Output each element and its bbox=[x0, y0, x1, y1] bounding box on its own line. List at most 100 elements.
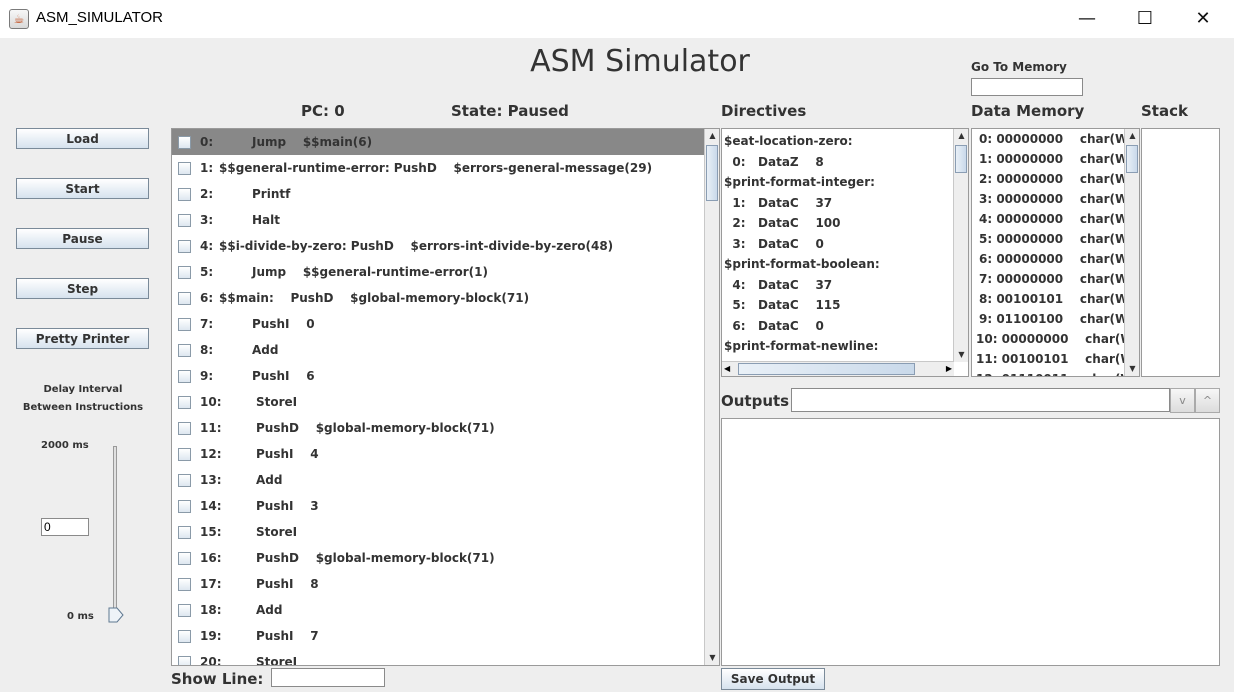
memory-cell: 6: 00000000 char(W) bbox=[979, 252, 1134, 266]
breakpoint-checkbox[interactable] bbox=[178, 318, 191, 331]
breakpoint-checkbox[interactable] bbox=[178, 266, 191, 279]
breakpoint-checkbox[interactable] bbox=[178, 214, 191, 227]
breakpoint-checkbox[interactable] bbox=[178, 630, 191, 643]
breakpoint-checkbox[interactable] bbox=[178, 578, 191, 591]
scroll-left-icon[interactable]: ◀ bbox=[724, 362, 730, 376]
delay-value-input[interactable] bbox=[41, 518, 89, 536]
scroll-down-icon[interactable]: ▼ bbox=[705, 651, 719, 665]
program-row[interactable]: 5: Jump $$general-runtime-error(1) bbox=[172, 259, 705, 285]
program-scroll-thumb[interactable] bbox=[706, 145, 718, 201]
instruction-text: PushD $global-memory-block(71) bbox=[256, 421, 495, 435]
program-row[interactable]: 14: PushI 3 bbox=[172, 493, 705, 519]
show-line-input[interactable] bbox=[271, 668, 385, 687]
breakpoint-checkbox[interactable] bbox=[178, 656, 191, 665]
program-row[interactable]: 15: StoreI bbox=[172, 519, 705, 545]
program-row[interactable]: 8: Add bbox=[172, 337, 705, 363]
program-row[interactable]: 2: Printf bbox=[172, 181, 705, 207]
program-row[interactable]: 12: PushI 4 bbox=[172, 441, 705, 467]
show-line-label: Show Line: bbox=[171, 670, 264, 688]
memory-cell: 5: 00000000 char(W) bbox=[979, 232, 1134, 246]
scroll-up-icon[interactable]: ▲ bbox=[1125, 129, 1139, 143]
directive-line: $eat-location-zero: bbox=[724, 134, 853, 148]
program-row[interactable]: 9: PushI 6 bbox=[172, 363, 705, 389]
breakpoint-checkbox[interactable] bbox=[178, 396, 191, 409]
breakpoint-checkbox[interactable] bbox=[178, 526, 191, 539]
step-button[interactable]: Step bbox=[16, 278, 149, 299]
directive-line: 3: DataC 0 bbox=[724, 236, 824, 251]
scroll-down-icon[interactable]: ▼ bbox=[1125, 362, 1139, 376]
program-row[interactable]: 6: $$main: PushD $global-memory-block(71) bbox=[172, 285, 705, 311]
program-row[interactable]: 3: Halt bbox=[172, 207, 705, 233]
goto-memory-input[interactable] bbox=[971, 78, 1083, 96]
program-row[interactable]: 10: StoreI bbox=[172, 389, 705, 415]
maximize-button[interactable]: ☐ bbox=[1116, 0, 1174, 38]
program-row[interactable]: 18: Add bbox=[172, 597, 705, 623]
scroll-up-icon[interactable]: ▲ bbox=[954, 129, 968, 143]
load-button[interactable]: Load bbox=[16, 128, 149, 149]
breakpoint-checkbox[interactable] bbox=[178, 188, 191, 201]
pretty-printer-button[interactable]: Pretty Printer bbox=[16, 328, 149, 349]
directive-line: 2: DataC 100 bbox=[724, 216, 841, 230]
breakpoint-checkbox[interactable] bbox=[178, 474, 191, 487]
breakpoint-checkbox[interactable] bbox=[178, 604, 191, 617]
program-listing[interactable]: 0: Jump $$main(6) 1: $$general-runtime-erro… bbox=[171, 128, 720, 666]
outputs-textarea[interactable] bbox=[721, 418, 1220, 666]
breakpoint-checkbox[interactable] bbox=[178, 344, 191, 357]
directives-panel[interactable]: $eat-location-zero: 0: DataZ 8 $print-for… bbox=[721, 128, 969, 377]
outputs-prev-button[interactable]: ^ bbox=[1195, 388, 1220, 413]
directives-vscrollbar[interactable]: ▲ ▼ bbox=[953, 129, 968, 362]
memory-cell: 10: 00000000 char(W) bbox=[976, 332, 1140, 346]
breakpoint-checkbox[interactable] bbox=[178, 136, 191, 149]
instruction-text: Add bbox=[256, 473, 283, 487]
program-row[interactable]: 7: PushI 0 bbox=[172, 311, 705, 337]
outputs-next-button[interactable]: v bbox=[1170, 388, 1195, 413]
line-number: 16: bbox=[200, 551, 222, 565]
breakpoint-checkbox[interactable] bbox=[178, 370, 191, 383]
line-number: 2: bbox=[200, 187, 214, 201]
delay-slider-thumb[interactable] bbox=[108, 607, 124, 623]
program-row[interactable]: 11: PushD $global-memory-block(71) bbox=[172, 415, 705, 441]
program-row[interactable]: 20: StoreI bbox=[172, 649, 705, 665]
delay-slider-track[interactable] bbox=[113, 446, 117, 618]
program-row[interactable]: 0: Jump $$main(6) bbox=[172, 129, 705, 155]
breakpoint-checkbox[interactable] bbox=[178, 448, 191, 461]
data-memory-panel[interactable]: 0: 00000000 char(W) 1: 00000000 char(W) 2:… bbox=[971, 128, 1140, 377]
instruction-text: Add bbox=[252, 343, 279, 357]
data-memory-title: Data Memory bbox=[971, 102, 1085, 120]
pause-button[interactable]: Pause bbox=[16, 228, 149, 249]
program-row[interactable]: 19: PushI 7 bbox=[172, 623, 705, 649]
breakpoint-checkbox[interactable] bbox=[178, 162, 191, 175]
program-row[interactable]: 1: $$general-runtime-error: PushD $errors… bbox=[172, 155, 705, 181]
start-button[interactable]: Start bbox=[16, 178, 149, 199]
breakpoint-checkbox[interactable] bbox=[178, 500, 191, 513]
program-row[interactable]: 17: PushI 8 bbox=[172, 571, 705, 597]
save-output-button[interactable]: Save Output bbox=[721, 668, 825, 690]
outputs-search-input[interactable] bbox=[791, 388, 1170, 412]
instruction-text: PushI 6 bbox=[252, 369, 315, 383]
memory-scrollbar[interactable]: ▲ ▼ bbox=[1124, 129, 1139, 376]
minimize-button[interactable]: — bbox=[1058, 0, 1116, 38]
line-number: 7: bbox=[200, 317, 214, 331]
program-row[interactable]: 16: PushD $global-memory-block(71) bbox=[172, 545, 705, 571]
scroll-up-icon[interactable]: ▲ bbox=[705, 129, 719, 143]
scroll-right-icon[interactable]: ▶ bbox=[946, 362, 952, 376]
memory-cell: 0: 00000000 char(W) bbox=[979, 132, 1134, 146]
memory-cell: 7: 00000000 char(W) bbox=[979, 272, 1134, 286]
memory-scroll-thumb[interactable] bbox=[1126, 145, 1138, 173]
scroll-down-icon[interactable]: ▼ bbox=[954, 348, 968, 362]
line-number: 14: bbox=[200, 499, 222, 513]
close-button[interactable]: ✕ bbox=[1174, 0, 1232, 38]
directives-hscrollbar[interactable]: ◀ ▶ bbox=[722, 361, 954, 376]
delay-max-label: 2000 ms bbox=[41, 440, 89, 451]
stack-panel[interactable] bbox=[1141, 128, 1220, 377]
breakpoint-checkbox[interactable] bbox=[178, 422, 191, 435]
breakpoint-checkbox[interactable] bbox=[178, 552, 191, 565]
directives-vscroll-thumb[interactable] bbox=[955, 145, 967, 173]
memory-cell: 8: 00100101 char(W) bbox=[979, 292, 1134, 306]
program-row[interactable]: 4: $$i-divide-by-zero: PushD $errors-int-… bbox=[172, 233, 705, 259]
program-scrollbar[interactable]: ▲ ▼ bbox=[704, 129, 719, 665]
directives-hscroll-thumb[interactable] bbox=[738, 363, 915, 375]
program-row[interactable]: 13: Add bbox=[172, 467, 705, 493]
breakpoint-checkbox[interactable] bbox=[178, 240, 191, 253]
breakpoint-checkbox[interactable] bbox=[178, 292, 191, 305]
